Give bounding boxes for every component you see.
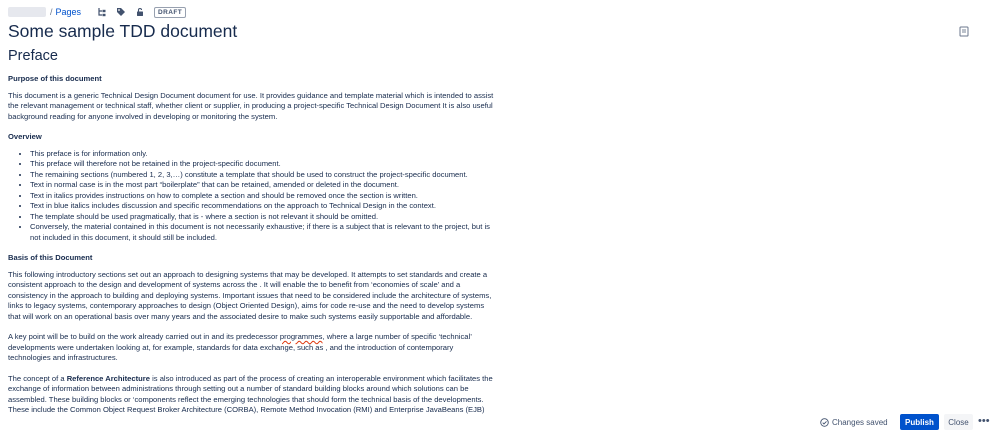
list-item: Text in blue italics includes discussion… — [30, 201, 498, 212]
draft-status-badge: DRAFT — [154, 6, 187, 18]
overview-list: This preface is for information only. Th… — [8, 149, 498, 244]
preface-heading: Preface — [8, 48, 58, 64]
paragraph-text: The concept of a — [8, 373, 67, 383]
paragraph-text: A key point will be to build on the work… — [8, 332, 280, 341]
close-button[interactable]: Close — [944, 414, 973, 430]
overview-heading: Overview — [8, 132, 42, 141]
more-actions-icon[interactable]: ••• — [978, 416, 990, 427]
label-tag-icon[interactable] — [116, 7, 126, 17]
check-circle-icon — [820, 418, 829, 427]
basis-paragraph-3: The concept of a Reference Architecture … — [8, 374, 498, 416]
space-name-redacted[interactable] — [8, 7, 46, 17]
list-item: The template should be used pragmaticall… — [30, 212, 498, 223]
bold-term: Reference Architecture — [66, 373, 150, 383]
save-status-text: Changes saved — [832, 418, 888, 427]
breadcrumb-separator: / — [50, 7, 53, 17]
basis-heading: Basis of this Document — [8, 253, 93, 262]
editor-footer: Changes saved Publish Close ••• — [0, 413, 998, 433]
editor-content[interactable]: Preface Purpose of this document This do… — [8, 48, 498, 426]
list-item: Text in normal case is in the most part … — [30, 180, 498, 191]
list-item: This preface will therefore not be retai… — [30, 159, 498, 170]
basis-paragraph-1: This following introductory sections set… — [8, 269, 492, 321]
page-title-field[interactable]: Some sample TDD document — [8, 21, 237, 42]
restrictions-lock-icon[interactable] — [135, 7, 145, 17]
page-properties-icon[interactable] — [959, 26, 969, 37]
publish-button[interactable]: Publish — [900, 414, 939, 430]
list-item: This preface is for information only. — [30, 149, 498, 160]
list-item: Text in italics provides instructions on… — [30, 191, 498, 202]
list-item: Conversely, the material contained in th… — [30, 222, 498, 243]
page-tree-icon[interactable] — [97, 7, 107, 17]
purpose-heading: Purpose of this document — [8, 74, 102, 83]
purpose-paragraph: This document is a generic Technical Des… — [8, 90, 494, 121]
basis-paragraph-2: A key point will be to build on the work… — [8, 332, 498, 364]
breadcrumb-bar: / Pages DRAFT — [8, 5, 187, 19]
save-status: Changes saved — [820, 418, 888, 427]
spellcheck-flagged-word[interactable]: programmes — [280, 332, 323, 341]
breadcrumb-pages-link[interactable]: Pages — [56, 7, 82, 17]
list-item: The remaining sections (numbered 1, 2, 3… — [30, 170, 498, 181]
